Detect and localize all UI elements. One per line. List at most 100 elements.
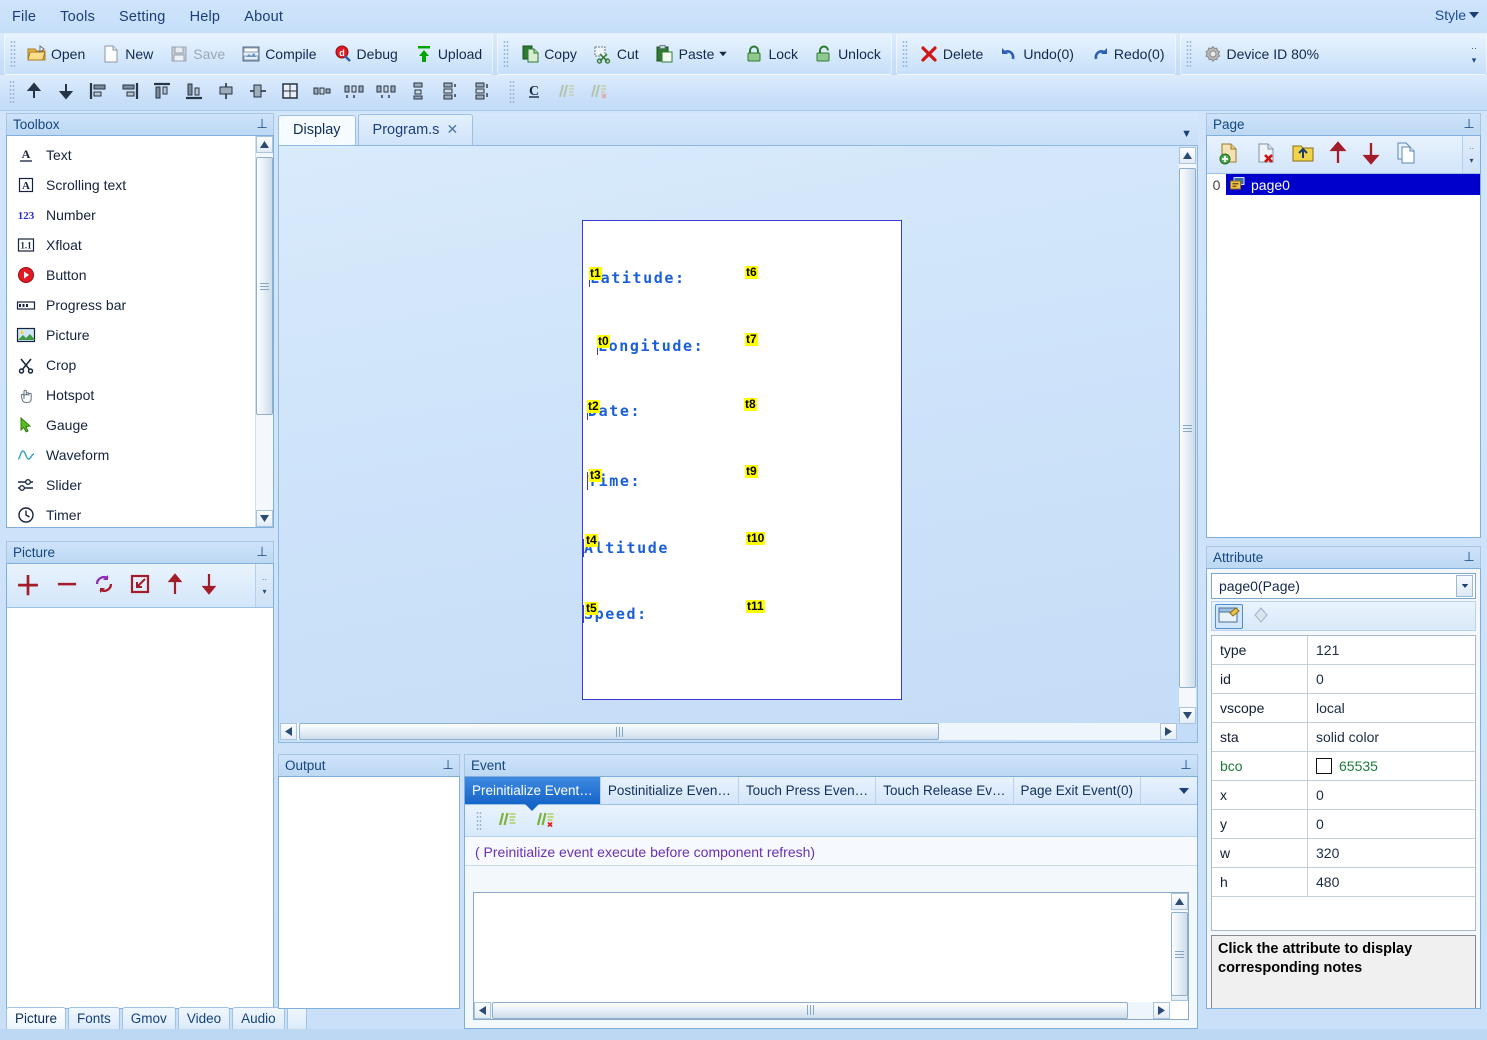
menu-file[interactable]: File [0, 6, 48, 28]
toolbox-item-timer[interactable]: Timer [11, 500, 255, 527]
attribute-row[interactable]: w 320 [1212, 839, 1475, 868]
pin-icon[interactable]: ⊥ [1462, 550, 1476, 565]
chevron-down-icon[interactable] [1456, 575, 1473, 597]
attribute-target-select[interactable]: page0(Page) [1211, 573, 1476, 599]
event-tabs-overflow-button[interactable] [1171, 777, 1197, 804]
event-tab-touch-release[interactable]: Touch Release Ev… [876, 777, 1014, 804]
event-code-hscroll-thumb[interactable] [492, 1001, 1128, 1019]
move-down-button[interactable] [50, 76, 82, 109]
attribute-value[interactable]: 480 [1308, 868, 1475, 896]
delete-button[interactable]: Delete [911, 40, 991, 68]
tab-picture[interactable]: Picture [6, 1007, 67, 1030]
tab-video[interactable]: Video [177, 1007, 231, 1030]
scroll-left-arrow-icon[interactable] [474, 1001, 491, 1019]
toolbox-item-scrolling-text[interactable]: A Scrolling text [11, 170, 255, 200]
attribute-row[interactable]: sta solid color [1212, 723, 1475, 752]
unlock-button[interactable]: Unlock [806, 40, 889, 68]
compile-button[interactable]: Compile [233, 40, 324, 68]
distribute-horizontal-button[interactable] [338, 76, 370, 109]
scroll-down-arrow-icon[interactable] [256, 510, 273, 527]
pin-icon[interactable]: ⊥ [441, 758, 455, 773]
event-code-vscroll-track[interactable] [1170, 910, 1188, 996]
canvas-vertical-scrollbar[interactable] [1178, 147, 1196, 724]
save-button[interactable]: Save [161, 40, 233, 68]
scroll-down-arrow-icon[interactable] [1178, 707, 1196, 724]
import-page-icon[interactable] [1291, 141, 1315, 169]
move-up-button[interactable] [18, 76, 50, 109]
toolbox-item-slider[interactable]: Slider [11, 470, 255, 500]
move-up-icon[interactable] [1328, 140, 1348, 169]
toolbar-gripper[interactable] [901, 40, 908, 68]
add-icon[interactable]: ＋ [15, 573, 41, 599]
pin-icon[interactable]: ⊥ [255, 117, 269, 132]
upload-button[interactable]: Upload [406, 40, 490, 68]
attribute-row[interactable]: y 0 [1212, 810, 1475, 839]
menu-tools[interactable]: Tools [48, 6, 107, 28]
comment-lines-button[interactable] [491, 804, 523, 837]
toolbox-item-progress-bar[interactable]: Progress bar [11, 290, 255, 320]
toolbar-gripper[interactable] [1185, 40, 1192, 68]
comment-c-button[interactable]: C [518, 76, 550, 109]
canvas-label-t0[interactable]: Longitude: [597, 337, 704, 355]
canvas-vscroll-thumb[interactable] [1178, 168, 1196, 688]
close-icon[interactable]: ✕ [446, 121, 458, 138]
pin-icon[interactable]: ⊥ [1179, 758, 1193, 773]
canvas-vscroll-track[interactable] [1178, 164, 1196, 707]
event-code-vertical-scrollbar[interactable] [1170, 893, 1188, 1001]
tab-gmov[interactable]: Gmov [121, 1007, 176, 1030]
attribute-value[interactable]: 320 [1308, 839, 1475, 867]
fit-window-button[interactable] [274, 76, 306, 109]
canvas-badge-t5[interactable]: t5 [585, 602, 598, 615]
align-right-button[interactable] [114, 76, 146, 109]
comment-remove-button[interactable] [582, 76, 614, 109]
toolbar-gripper[interactable] [503, 40, 510, 68]
event-tab-preinitialize[interactable]: Preinitialize Event… [465, 777, 601, 804]
toolbox-item-xfloat[interactable]: 1.1 Xfloat [11, 230, 255, 260]
canvas-badge-t0[interactable]: t0 [597, 335, 610, 348]
copy-page-icon[interactable] [1394, 141, 1418, 169]
scroll-up-arrow-icon[interactable] [1178, 147, 1196, 164]
center-vertical-button[interactable] [242, 76, 274, 109]
canvas-badge-t7[interactable]: t7 [745, 333, 758, 346]
canvas-badge-t11[interactable]: t11 [746, 600, 765, 613]
add-page-icon[interactable] [1217, 141, 1241, 169]
toolbar-gripper[interactable] [10, 40, 16, 68]
toolbar-overflow-button[interactable]: ·· ▾ [1468, 43, 1484, 66]
canvas-badge-t3[interactable]: t3 [589, 469, 602, 482]
canvas-badge-t9[interactable]: t9 [745, 465, 758, 478]
toolbox-item-number[interactable]: 123 Number [11, 200, 255, 230]
canvas-horizontal-scrollbar[interactable] [280, 722, 1177, 741]
same-width-button[interactable] [306, 76, 338, 109]
toolbar-gripper[interactable] [509, 80, 515, 105]
align-top-button[interactable] [146, 76, 178, 109]
canvas-badge-t8[interactable]: t8 [744, 398, 757, 411]
toolbox-item-button[interactable]: Button [11, 260, 255, 290]
redo-button[interactable]: Redo(0) [1082, 40, 1173, 68]
move-up-icon[interactable] [165, 572, 185, 599]
event-code-horizontal-scrollbar[interactable] [474, 1001, 1170, 1019]
attribute-value[interactable]: 121 [1308, 636, 1475, 664]
canvas-label-t1[interactable]: Latitude: [589, 269, 686, 287]
page-toolbar-overflow-button[interactable]: ·· ▾ [1462, 136, 1480, 173]
editor-tabs-overflow-button[interactable]: ▼ [1181, 128, 1192, 140]
scroll-left-arrow-icon[interactable] [280, 723, 297, 740]
toolbar-gripper[interactable] [9, 80, 15, 105]
move-down-icon[interactable] [199, 573, 219, 599]
toolbox-scroll-track[interactable] [256, 153, 273, 510]
align-bottom-button[interactable] [178, 76, 210, 109]
attribute-row[interactable]: h 480 [1212, 868, 1475, 897]
toolbox-item-waveform[interactable]: Waveform [11, 440, 255, 470]
toolbox-item-crop[interactable]: Crop [11, 350, 255, 380]
pin-icon[interactable]: ⊥ [255, 545, 269, 560]
comment-lines-button[interactable] [550, 76, 582, 109]
design-surface[interactable]: Latitude: t1 Longitude: t0 Date: t2 Time… [582, 220, 902, 700]
attribute-value[interactable]: 0 [1308, 810, 1475, 838]
undo-button[interactable]: Undo(0) [991, 40, 1082, 68]
canvas-hscroll-track[interactable] [297, 723, 1160, 740]
scroll-right-arrow-icon[interactable] [1160, 723, 1177, 740]
tab-fonts[interactable]: Fonts [68, 1007, 120, 1030]
chevron-down-icon[interactable] [719, 51, 728, 57]
color-swatch[interactable] [1316, 758, 1332, 774]
canvas-badge-t2[interactable]: t2 [587, 400, 600, 413]
attribute-value[interactable]: local [1308, 694, 1475, 722]
